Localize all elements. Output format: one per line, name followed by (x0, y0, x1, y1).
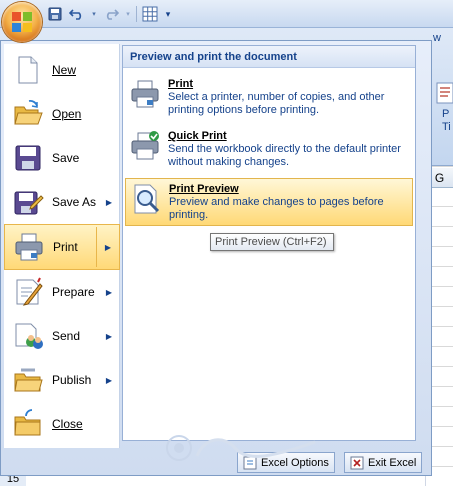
new-document-icon (18, 56, 38, 84)
menu-item-label: New (52, 63, 77, 77)
menu-item-send[interactable]: Send ▶ (4, 314, 120, 358)
submenu-arrow-icon: ▶ (105, 375, 112, 385)
submenu-option-print[interactable]: Print Select a printer, number of copies… (125, 74, 413, 124)
chevron-down-icon[interactable]: ▾ (124, 5, 132, 23)
menu-item-close[interactable]: Close (4, 402, 120, 446)
open-folder-icon (14, 100, 43, 125)
customize-icon[interactable]: ▾ (163, 5, 173, 23)
office-button[interactable] (2, 2, 42, 42)
split-divider (96, 227, 97, 267)
submenu-option-print-preview[interactable]: Print Preview Preview and make changes t… (125, 178, 413, 226)
print-preview-icon (134, 184, 160, 214)
table-icon[interactable] (141, 5, 159, 23)
redo-icon[interactable] (102, 5, 120, 23)
submenu-header: Preview and print the document (123, 46, 415, 68)
title-bar: ▾ ▾ ▾ (0, 0, 453, 28)
menu-item-label: Close (52, 417, 83, 431)
menu-item-label: Prepare (52, 285, 95, 299)
printer-icon (15, 233, 43, 261)
menu-footer: Excel Options Exit Excel (1, 449, 431, 475)
save-as-icon (14, 191, 44, 215)
printer-icon (131, 80, 159, 108)
option-title: Print (168, 78, 194, 90)
quick-access-toolbar: ▾ ▾ ▾ (46, 4, 173, 24)
ribbon-label-fragment: P (442, 108, 450, 120)
exit-excel-button[interactable]: Exit Excel (344, 452, 423, 473)
menu-item-new[interactable]: New (4, 48, 120, 92)
save-icon[interactable] (46, 5, 64, 23)
option-description: Preview and make changes to pages before… (169, 196, 384, 221)
submenu-option-quick-print[interactable]: Quick Print Send the workbook directly t… (125, 126, 413, 176)
menu-left-pane: New Open Save Save As ▶ Print ▶ Prepare … (4, 44, 120, 448)
exit-excel-label: Exit Excel (368, 456, 417, 469)
ribbon-label-fragment: Ti (442, 121, 451, 133)
excel-options-label: Excel Options (261, 456, 329, 469)
submenu-arrow-icon: ▶ (105, 197, 112, 207)
close-folder-icon (14, 409, 41, 436)
send-icon (15, 323, 43, 349)
option-title: Quick Print (168, 130, 227, 142)
close-icon (350, 456, 364, 469)
chevron-down-icon[interactable]: ▾ (90, 5, 98, 23)
submenu-arrow-icon: ▶ (105, 331, 112, 341)
page-icon (436, 82, 453, 104)
print-preview-tooltip: Print Preview (Ctrl+F2) (210, 233, 334, 251)
menu-item-label: Save (52, 151, 80, 165)
submenu-arrow-icon[interactable]: ▶ (105, 243, 111, 252)
toolbar-separator (136, 6, 137, 22)
save-disk-icon (15, 145, 41, 171)
option-description: Select a printer, number of copies, and … (168, 91, 385, 116)
options-icon (243, 456, 257, 469)
option-description: Send the workbook directly to the defaul… (168, 143, 401, 168)
menu-item-save-as[interactable]: Save As ▶ (4, 180, 120, 224)
menu-item-label: Publish (52, 373, 92, 387)
office-logo-icon (12, 12, 32, 32)
publish-icon (14, 368, 43, 392)
excel-options-button[interactable]: Excel Options (237, 452, 335, 473)
submenu-arrow-icon: ▶ (105, 287, 112, 297)
menu-item-label: Print (53, 240, 78, 254)
menu-item-print[interactable]: Print ▶ (4, 224, 120, 270)
menu-item-label: Save As (52, 195, 97, 209)
menu-item-publish[interactable]: Publish ▶ (4, 358, 120, 402)
undo-icon[interactable] (68, 5, 86, 23)
ribbon-tab-view[interactable]: w (433, 32, 441, 44)
prepare-icon (16, 277, 43, 306)
menu-item-label: Open (52, 107, 82, 121)
menu-item-save[interactable]: Save (4, 136, 120, 180)
quick-print-icon (131, 131, 159, 160)
menu-item-open[interactable]: Open (4, 92, 120, 136)
menu-item-label: Send (52, 329, 81, 343)
option-title: Print Preview (169, 183, 239, 195)
menu-item-prepare[interactable]: Prepare ▶ (4, 270, 120, 314)
office-menu: New Open Save Save As ▶ Print ▶ Prepare … (0, 40, 432, 476)
